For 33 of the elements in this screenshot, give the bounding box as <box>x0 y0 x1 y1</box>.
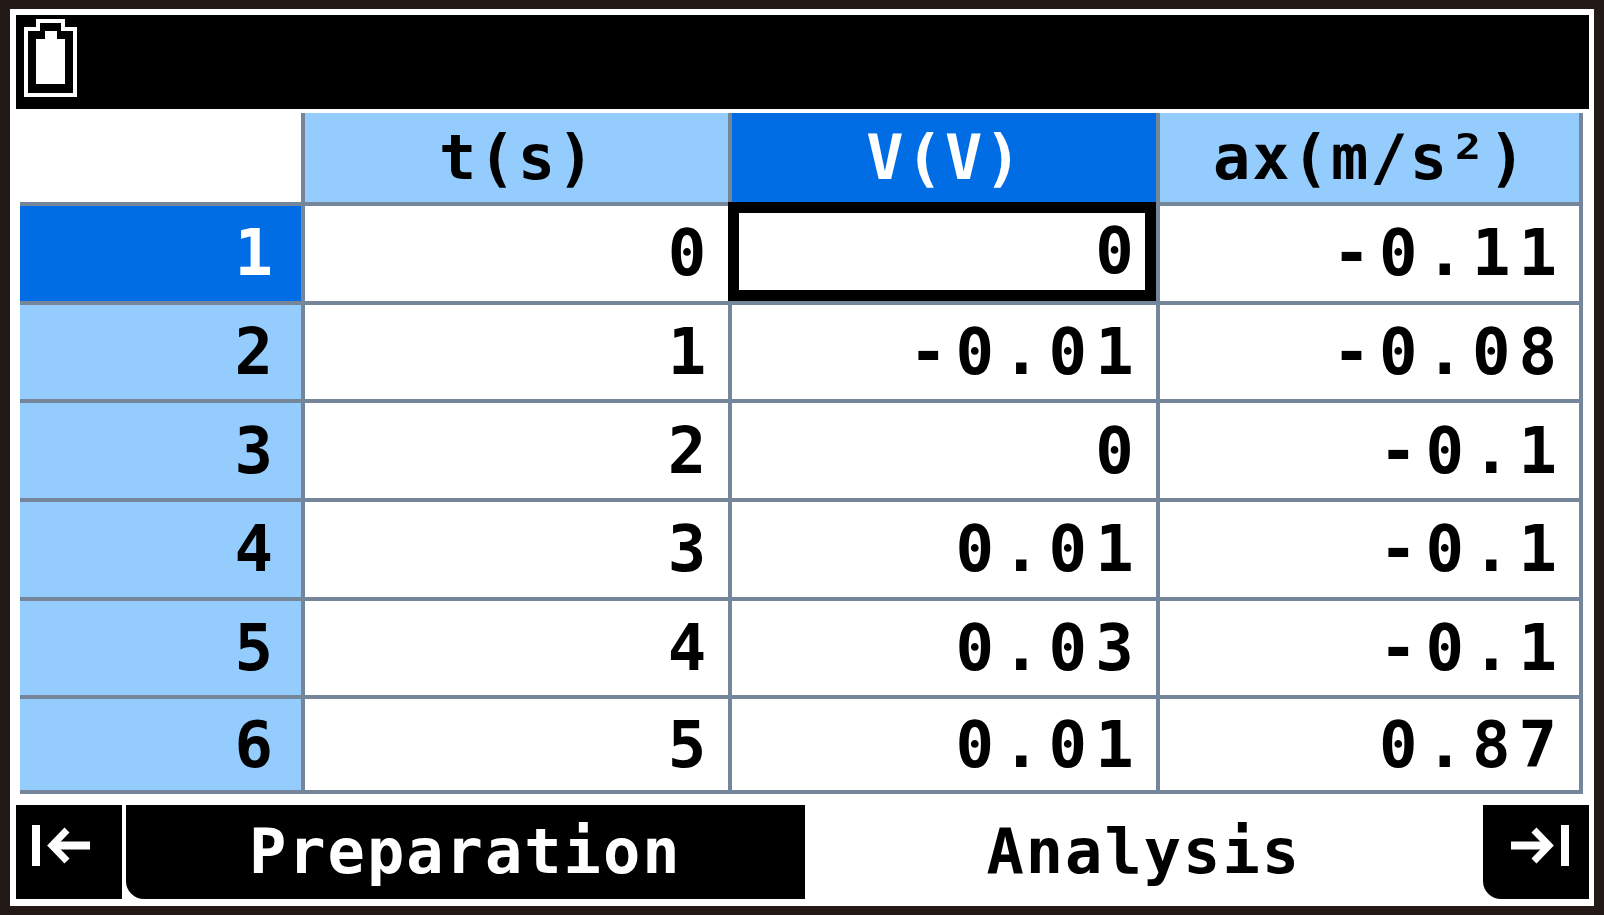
table-cell[interactable]: 2 <box>301 399 729 498</box>
row-header[interactable]: 2 <box>20 300 301 400</box>
arrow-left-to-bar-icon <box>32 825 90 866</box>
battery-icon <box>24 19 77 97</box>
row-header[interactable]: 5 <box>20 596 301 696</box>
row-header[interactable]: 3 <box>20 399 301 498</box>
table-cell[interactable]: 0.03 <box>728 596 1156 696</box>
tab[interactable]: Preparation <box>126 805 805 899</box>
table-cell[interactable]: -0.1 <box>1155 399 1583 498</box>
table-cell[interactable]: 0 <box>728 202 1156 301</box>
table-cell[interactable]: 0.01 <box>728 695 1156 794</box>
table-cell[interactable]: 0 <box>301 202 729 301</box>
table-cell[interactable]: 1 <box>301 300 729 400</box>
table-cell[interactable]: 3 <box>301 498 729 597</box>
table-cell[interactable]: 4 <box>301 596 729 696</box>
column-header[interactable]: ax(m/s²) <box>1155 113 1583 202</box>
table-cell[interactable]: -0.11 <box>1155 202 1583 301</box>
table-cell[interactable]: 5 <box>301 695 729 794</box>
table-cell[interactable]: -0.1 <box>1155 596 1583 696</box>
table-cell[interactable]: -0.1 <box>1155 498 1583 597</box>
table-cell[interactable]: -0.08 <box>1155 300 1583 400</box>
row-header[interactable]: 6 <box>20 695 301 794</box>
table-cell[interactable]: 0.01 <box>728 498 1156 597</box>
arrow-right-to-bar-icon <box>1511 825 1569 866</box>
table-cell[interactable]: 0.87 <box>1155 695 1583 794</box>
column-header[interactable]: t(s) <box>301 113 729 202</box>
scroll-right-button[interactable] <box>1483 805 1589 899</box>
row-header[interactable]: 1 <box>20 202 301 301</box>
table-cell[interactable]: 0 <box>728 399 1156 498</box>
column-header[interactable]: V(V) <box>728 113 1156 202</box>
scroll-left-button[interactable] <box>16 805 122 899</box>
table-cell[interactable]: -0.01 <box>728 300 1156 400</box>
row-header[interactable]: 4 <box>20 498 301 597</box>
